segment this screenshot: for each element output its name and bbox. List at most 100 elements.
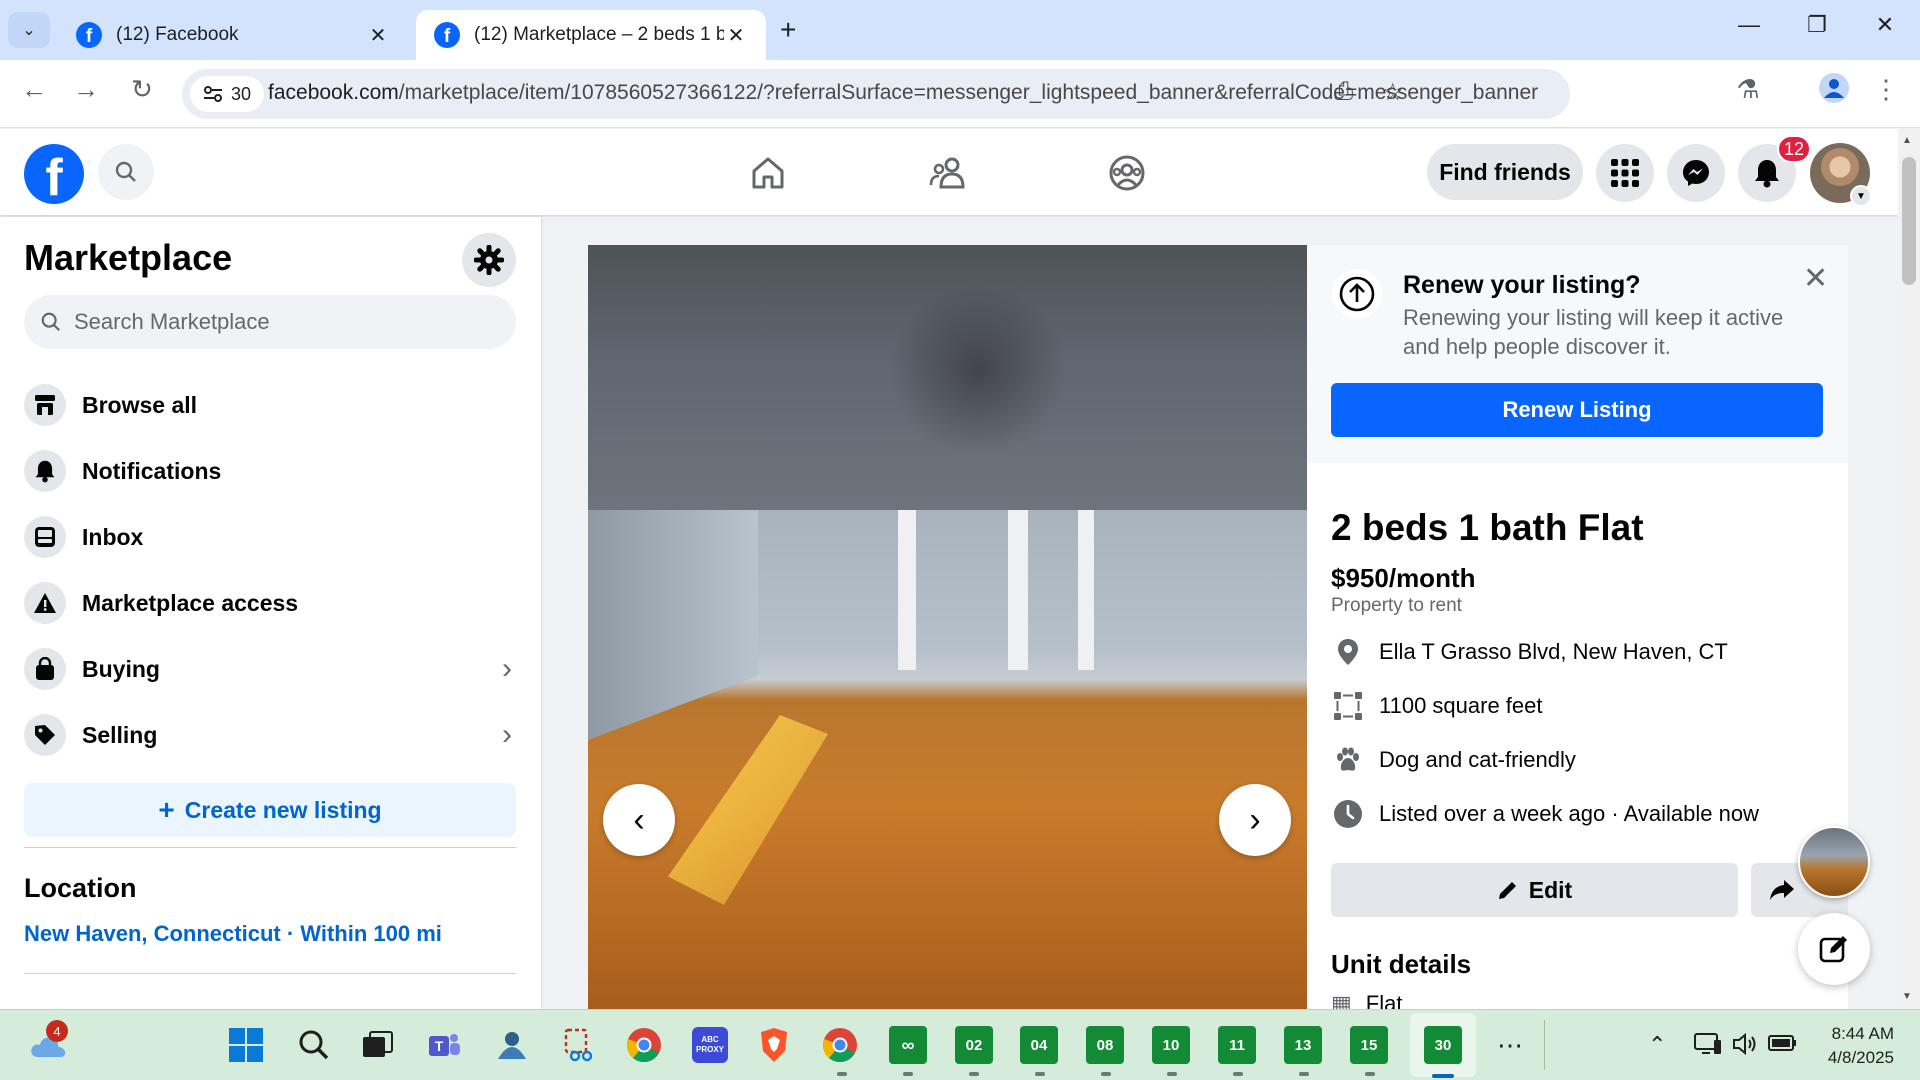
tab-close-icon[interactable]: ✕ [366, 23, 390, 48]
app-icon[interactable] [490, 1023, 534, 1067]
system-clock[interactable]: 8:44 AM 4/8/2025 [1814, 1022, 1894, 1070]
create-new-listing-button[interactable]: + Create new listing [24, 783, 516, 837]
sidebar-item-label: Browse all [82, 391, 198, 418]
location-link[interactable]: New Haven, Connecticut · Within 100 mi [24, 921, 442, 947]
address-bar[interactable]: 30 facebook.com/marketplace/item/1078560… [182, 69, 1570, 119]
chevron-right-icon: › [502, 718, 512, 751]
marketplace-settings-button[interactable] [462, 233, 516, 287]
sidebar-item-label: Buying [82, 655, 160, 682]
page-scrollbar[interactable]: ▲ ▼ [1898, 129, 1920, 1009]
new-message-button[interactable] [1798, 913, 1870, 985]
browser-menu-icon[interactable]: ⋮ [1866, 74, 1906, 105]
tab-search-chevron-icon[interactable]: ⌄ [8, 12, 50, 48]
labs-flask-icon[interactable]: ⚗ [1728, 74, 1768, 105]
shopping-bag-icon [24, 648, 66, 690]
windows-start-icon[interactable] [224, 1023, 268, 1067]
location-heading: Location [24, 873, 137, 903]
sidebar-item-buying[interactable]: Buying › [24, 641, 516, 697]
listing-photo[interactable] [588, 245, 1307, 1009]
marketplace-search-input[interactable]: Search Marketplace [24, 295, 516, 349]
tab-facebook[interactable]: f (12) Facebook ✕ [58, 10, 408, 60]
taskbar-app-04[interactable]: 04 [1020, 1026, 1058, 1064]
task-view-icon[interactable] [356, 1023, 400, 1067]
chrome-icon[interactable] [622, 1023, 666, 1067]
chat-head-thumbnail[interactable] [1798, 826, 1870, 898]
area-icon [1331, 691, 1365, 721]
network-display-icon[interactable] [1694, 1032, 1722, 1062]
restore-icon[interactable]: ❐ [1792, 12, 1842, 38]
profile-icon[interactable] [1814, 72, 1854, 111]
messenger-button[interactable] [1667, 144, 1725, 202]
bookmark-star-icon[interactable]: ☆ [1382, 78, 1404, 107]
chevron-right-icon: › [502, 652, 512, 685]
proxy-app-icon[interactable]: ABC PROXY [688, 1023, 732, 1067]
snipping-tool-icon[interactable] [556, 1023, 600, 1067]
minimize-icon[interactable]: — [1724, 12, 1774, 38]
edit-label: Edit [1528, 876, 1573, 903]
scrollbar-thumb[interactable] [1902, 157, 1916, 285]
taskbar-app-08[interactable]: 08 [1086, 1026, 1124, 1064]
install-app-icon[interactable]: ⎙ [1334, 78, 1353, 106]
groups-nav-icon[interactable] [1097, 151, 1157, 195]
door-frame [1008, 510, 1028, 670]
notification-count-badge: 12 [1777, 135, 1811, 163]
brave-icon[interactable] [752, 1023, 796, 1067]
sidebar-item-inbox[interactable]: Inbox [24, 509, 516, 565]
bell-icon [24, 450, 66, 492]
browser-tab-bar: ⌄ f (12) Facebook ✕ f (12) Marketplace –… [0, 0, 1920, 60]
volume-icon[interactable] [1732, 1032, 1758, 1062]
previous-photo-button[interactable]: ‹ [603, 784, 675, 856]
find-friends-button[interactable]: Find friends [1427, 144, 1583, 200]
tab-marketplace[interactable]: f (12) Marketplace – 2 beds 1 bat ✕ [416, 10, 766, 60]
taskbar-app-11[interactable]: 11 [1218, 1026, 1256, 1064]
edit-listing-button[interactable]: Edit [1331, 863, 1738, 917]
menu-grid-button[interactable] [1596, 144, 1654, 202]
storefront-icon [24, 384, 66, 426]
upload-arrow-icon [1332, 269, 1382, 319]
grid-icon [1611, 159, 1639, 187]
detail-pets: Dog and cat-friendly [1331, 740, 1576, 780]
show-hidden-icons-chevron-up-icon[interactable]: ⌃ [1648, 1032, 1666, 1058]
next-photo-button[interactable]: › [1219, 784, 1291, 856]
tab-close-icon[interactable]: ✕ [724, 23, 748, 48]
teams-icon[interactable]: T [422, 1023, 466, 1067]
sidebar-divider [24, 847, 516, 848]
taskbar-app-13[interactable]: 13 [1284, 1026, 1322, 1064]
facebook-search-button[interactable] [98, 144, 154, 200]
new-tab-icon[interactable]: + [780, 14, 796, 46]
battery-icon[interactable] [1768, 1032, 1798, 1060]
home-nav-icon[interactable] [738, 151, 798, 195]
scroll-up-arrow-icon[interactable]: ▲ [1902, 135, 1912, 146]
renew-listing-button[interactable]: Renew Listing [1331, 383, 1823, 437]
close-icon[interactable]: ✕ [1803, 261, 1828, 296]
scroll-down-arrow-icon[interactable]: ▼ [1902, 991, 1912, 1002]
price-tag-icon [24, 714, 66, 756]
back-arrow-icon[interactable]: ← [14, 74, 54, 105]
sidebar-item-marketplace-access[interactable]: Marketplace access [24, 575, 516, 631]
window-close-icon[interactable]: ✕ [1860, 12, 1910, 38]
green-app-icon[interactable]: ∞ [886, 1023, 930, 1067]
running-indicator [837, 1072, 847, 1076]
taskbar-app-30[interactable]: 30 [1424, 1026, 1462, 1064]
friends-nav-icon[interactable] [918, 151, 978, 195]
sidebar-title: Marketplace [24, 237, 233, 278]
detail-text[interactable]: Ella T Grasso Blvd, New Haven, CT [1379, 639, 1728, 665]
taskbar-app-02[interactable]: 02 [955, 1026, 993, 1064]
reload-icon[interactable]: ↻ [122, 74, 162, 105]
chrome-profile-icon[interactable] [818, 1023, 862, 1067]
running-indicator [903, 1072, 913, 1076]
more-apps-icon[interactable]: ⋯ [1488, 1023, 1532, 1067]
facebook-logo-icon[interactable]: f [24, 144, 84, 204]
sidebar-item-browse-all[interactable]: Browse all [24, 377, 516, 433]
unit-details-heading: Unit details [1331, 949, 1472, 979]
proxy-label: ABC PROXY [692, 1027, 728, 1063]
compose-icon [1819, 936, 1847, 963]
taskbar-app-15[interactable]: 15 [1350, 1026, 1388, 1064]
site-info-button[interactable]: 30 [190, 76, 264, 112]
sidebar-item-selling[interactable]: Selling › [24, 707, 516, 763]
account-chevron-down-icon[interactable]: ▼ [1850, 185, 1872, 207]
taskbar-app-10[interactable]: 10 [1152, 1026, 1190, 1064]
forward-arrow-icon[interactable]: → [66, 74, 106, 105]
taskbar-search-icon[interactable] [292, 1023, 336, 1067]
sidebar-item-notifications[interactable]: Notifications [24, 443, 516, 499]
